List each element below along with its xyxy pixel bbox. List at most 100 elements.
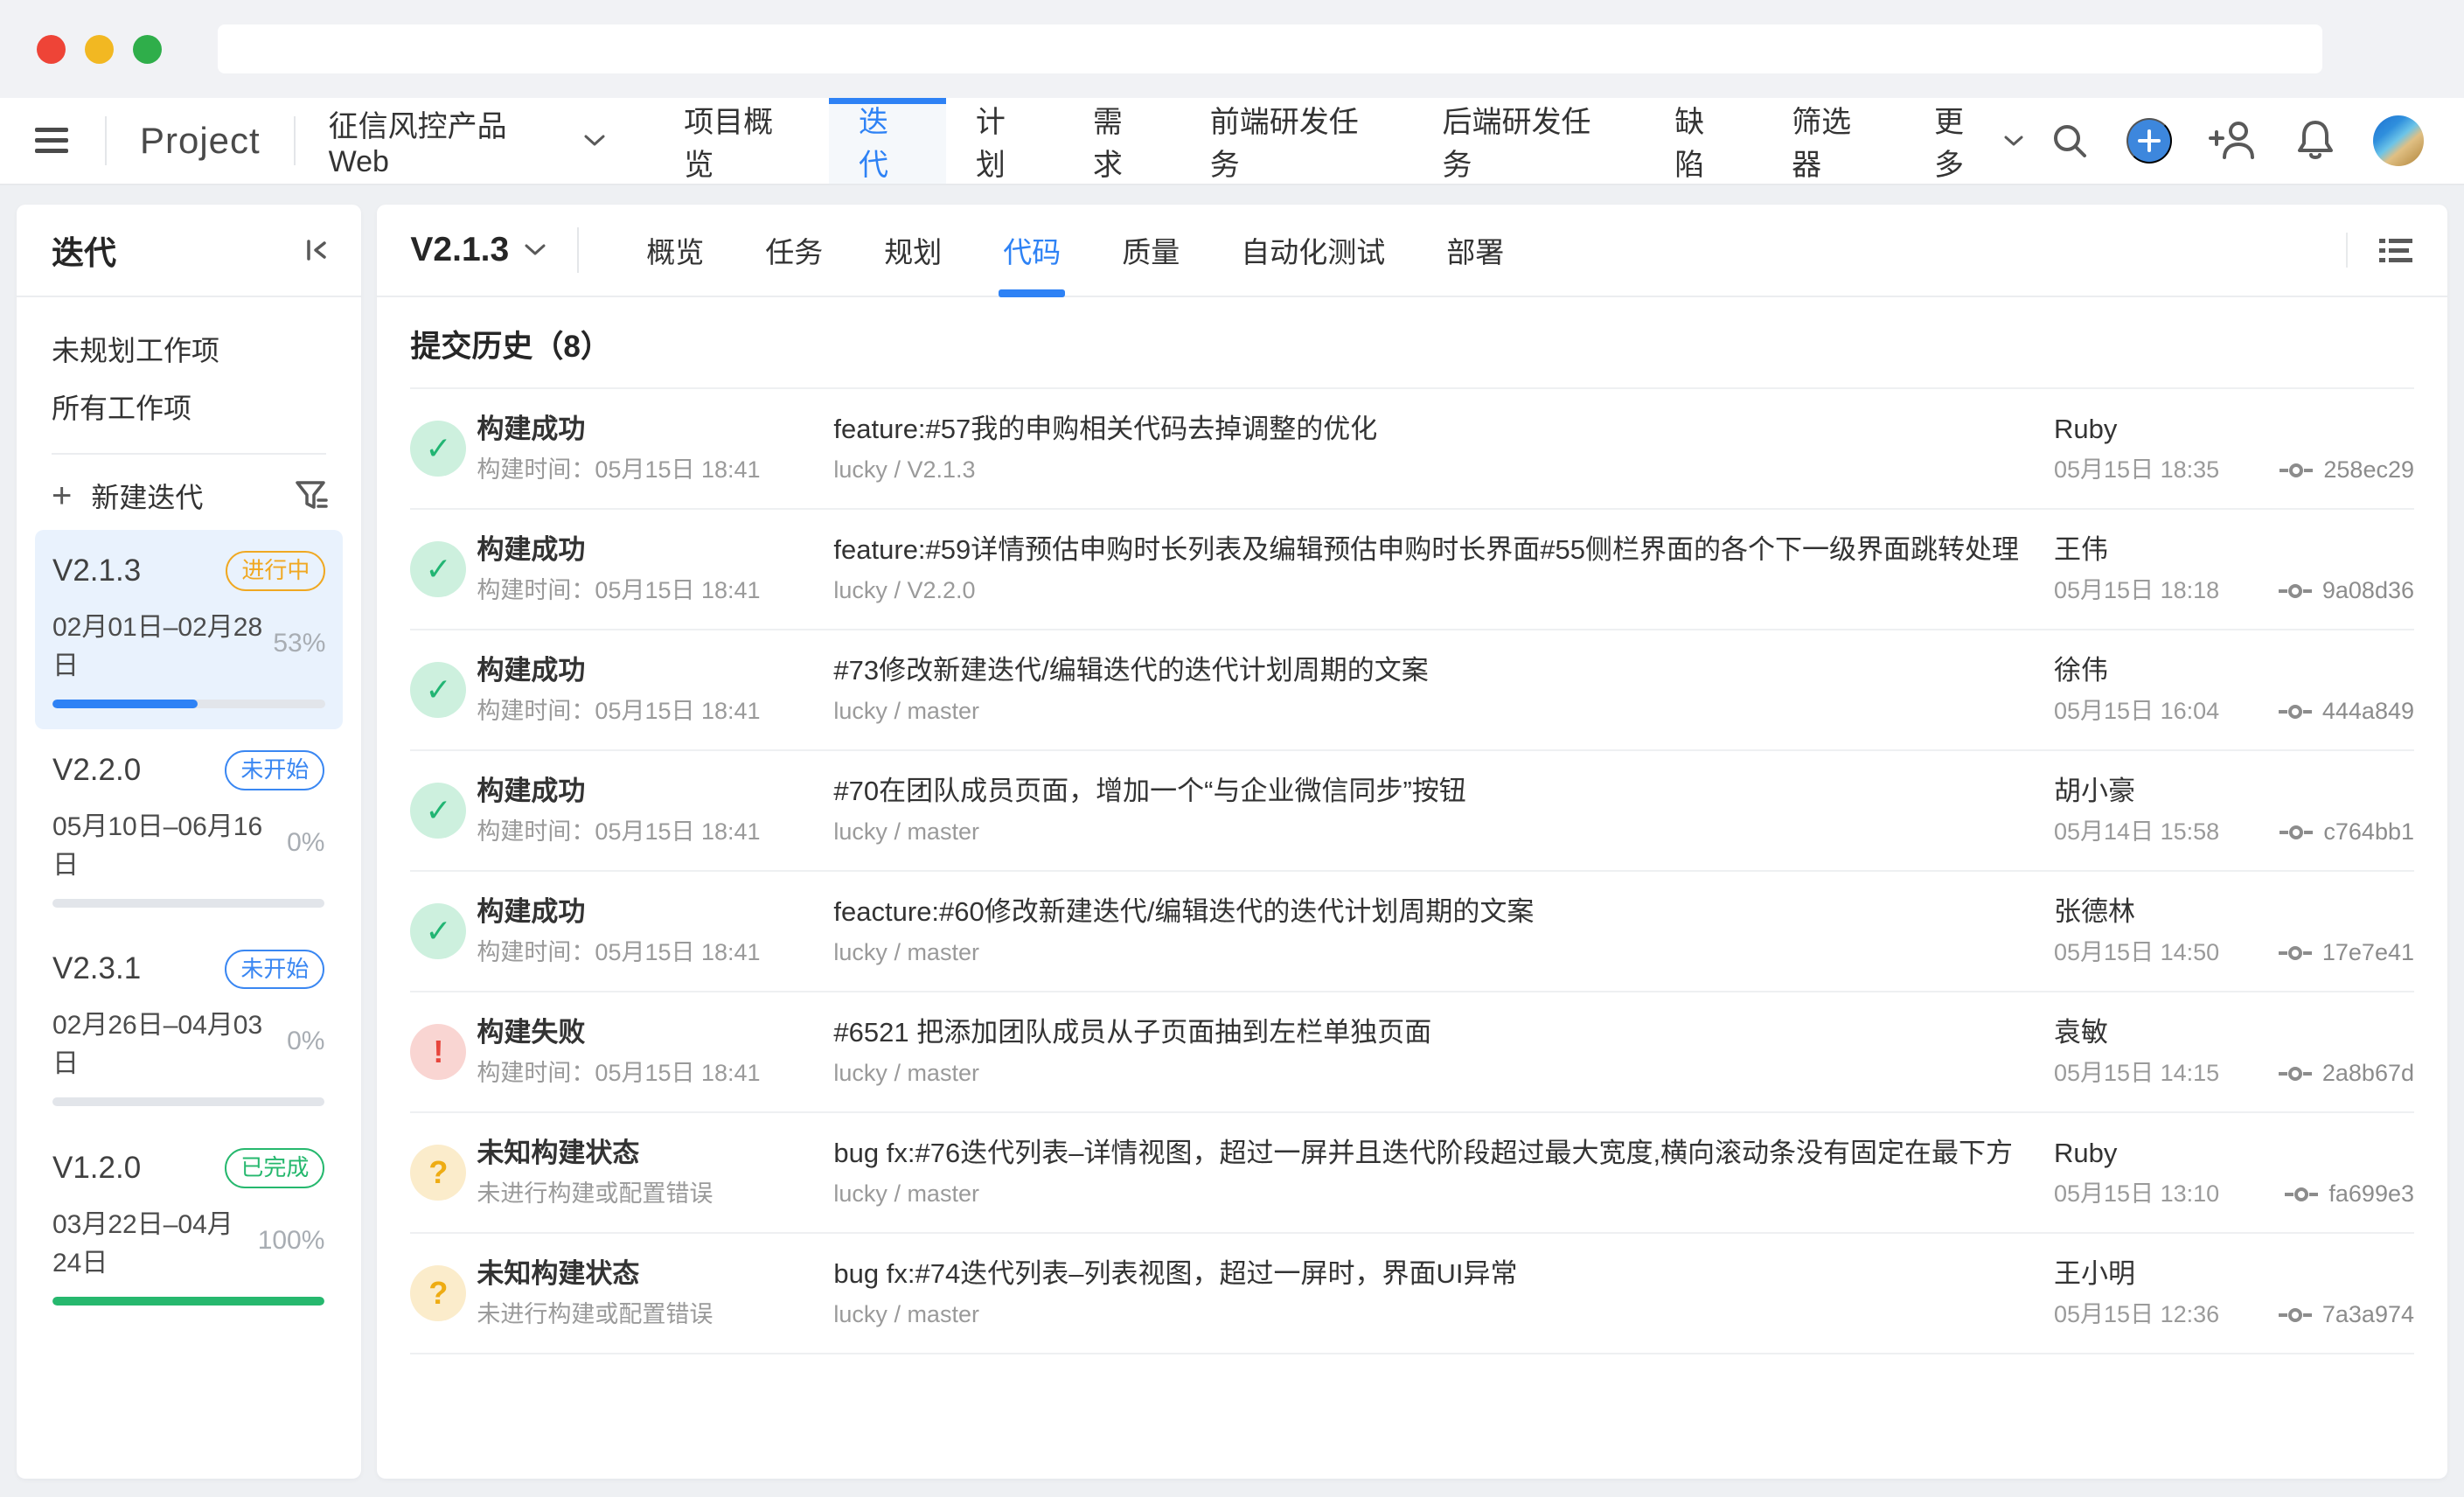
more-label: 更多 — [1934, 98, 1992, 184]
nav-tab[interactable]: 需求 — [1063, 98, 1180, 184]
commit-hash: 444a849 — [2322, 698, 2414, 725]
commit-meta-col: 袁敏 05月15日 14:15 2a8b67d — [2054, 1017, 2414, 1088]
commit-meta-col: Ruby 05月15日 18:35 258ec29 — [2054, 414, 2414, 484]
build-status-icon — [410, 1024, 466, 1080]
commit-row[interactable]: 未知构建状态 未进行构建或配置错误 bug fx:#76迭代列表–详情视图，超过… — [410, 1113, 2414, 1234]
iteration-progress-fill — [52, 1297, 324, 1306]
maximize-window-icon[interactable] — [133, 35, 162, 64]
iteration-selector[interactable]: V2.1.3 — [410, 231, 546, 269]
build-status-col: 构建成功 构建时间：05月15日 18:41 — [477, 655, 833, 726]
commit-hash-link[interactable]: fa699e3 — [2285, 1180, 2414, 1208]
commit-message-col: #70在团队成员页面，增加一个“与企业微信同步”按钮 lucky / maste… — [833, 776, 2054, 846]
commit-message[interactable]: feature:#59详情预估申购时长列表及编辑预估申购时长界面#55侧栏界面的… — [833, 534, 2019, 566]
main-tab[interactable]: 自动化测试 — [1210, 205, 1416, 296]
iteration-list: V2.1.3 进行中 02月01日–02月28日 53% — [17, 523, 361, 1326]
sidebar-links: 未规划工作项 所有工作项 — [17, 297, 361, 435]
commit-row[interactable]: 构建成功 构建时间：05月15日 18:41 #73修改新建迭代/编辑迭代的迭代… — [410, 630, 2414, 751]
nav-tab[interactable]: 缺陷 — [1645, 98, 1762, 184]
nav-tab[interactable]: 前端研发任务 — [1180, 98, 1413, 184]
iteration-dates: 02月26日–04月03日 — [52, 1003, 287, 1080]
build-status-col: 未知构建状态 未进行构建或配置错误 — [477, 1258, 833, 1329]
list-view-icon[interactable] — [2379, 236, 2414, 264]
commit-hash-link[interactable]: 258ec29 — [2280, 456, 2414, 484]
close-window-icon[interactable] — [37, 35, 66, 64]
iteration-dates: 02月01日–02月28日 — [52, 605, 273, 682]
nav-tab[interactable]: 计划 — [946, 98, 1063, 184]
commit-message[interactable]: bug fx:#76迭代列表–详情视图，超过一屏并且迭代阶段超过最大宽度,横向滚… — [833, 1138, 2019, 1169]
build-status-icon — [410, 903, 466, 959]
nav-tab[interactable]: 筛选器 — [1762, 98, 1908, 184]
create-new-button[interactable] — [2126, 118, 2172, 164]
commit-hash-link[interactable]: c764bb1 — [2280, 818, 2414, 846]
nav-tab[interactable]: 后端研发任务 — [1412, 98, 1645, 184]
iteration-item[interactable]: V2.1.3 进行中 02月01日–02月28日 53% — [35, 530, 343, 729]
commit-meta-col: 王小明 05月15日 12:36 7a3a974 — [2054, 1258, 2414, 1329]
commit-hash: 17e7e41 — [2322, 939, 2414, 966]
commit-hash-link[interactable]: 444a849 — [2279, 698, 2414, 725]
commit-message[interactable]: feacture:#60修改新建迭代/编辑迭代的迭代计划周期的文案 — [833, 896, 2019, 928]
commit-row[interactable]: 未知构建状态 未进行构建或配置错误 bug fx:#74迭代列表–列表视图，超过… — [410, 1234, 2414, 1354]
nav-tab[interactable]: 迭代 — [829, 98, 946, 184]
main-tab[interactable]: 概览 — [616, 205, 734, 296]
git-commit-icon — [2285, 1185, 2318, 1204]
main-tab[interactable]: 部署 — [1416, 205, 1535, 296]
iteration-status-badge: 进行中 — [226, 551, 325, 591]
address-bar[interactable] — [218, 24, 2322, 73]
build-status-text: 构建成功 — [477, 776, 833, 807]
commit-hash-link[interactable]: 17e7e41 — [2279, 939, 2414, 966]
sidebar-link[interactable]: 所有工作项 — [52, 378, 326, 435]
build-status-text: 构建成功 — [477, 414, 833, 445]
collapse-sidebar-icon[interactable] — [303, 237, 330, 263]
commit-row[interactable]: 构建失败 构建时间：05月15日 18:41 #6521 把添加团队成员从子页面… — [410, 992, 2414, 1113]
commit-message[interactable]: feature:#57我的申购相关代码去掉调整的优化 — [833, 414, 2019, 445]
build-time-text: 构建时间：05月15日 18:41 — [477, 1060, 833, 1087]
iteration-percent: 53% — [273, 629, 325, 658]
plus-icon[interactable]: + — [52, 478, 72, 513]
iteration-item[interactable]: V2.2.0 未开始 05月10日–06月16日 0% — [17, 729, 361, 929]
commit-message[interactable]: bug fx:#74迭代列表–列表视图，超过一屏时，界面UI异常 — [833, 1258, 2019, 1290]
commit-message[interactable]: #73修改新建迭代/编辑迭代的迭代计划周期的文案 — [833, 655, 2019, 686]
section-title: 提交历史（8） — [410, 322, 2414, 366]
git-commit-icon — [2279, 702, 2312, 721]
commit-row[interactable]: 构建成功 构建时间：05月15日 18:41 feature:#59详情预估申购… — [410, 510, 2414, 630]
iteration-version: V2.2.0 — [52, 753, 141, 788]
search-icon[interactable] — [2050, 121, 2090, 161]
commit-hash-link[interactable]: 7a3a974 — [2279, 1301, 2414, 1328]
minimize-window-icon[interactable] — [85, 35, 114, 64]
commit-row[interactable]: 构建成功 构建时间：05月15日 18:41 feacture:#60修改新建迭… — [410, 872, 2414, 992]
commit-row[interactable]: 构建成功 构建时间：05月15日 18:41 feature:#57我的申购相关… — [410, 389, 2414, 510]
user-avatar[interactable] — [2373, 115, 2424, 166]
iteration-percent: 100% — [258, 1226, 325, 1256]
project-switcher[interactable]: 征信风控产品 Web — [329, 102, 606, 179]
sidebar-header: 迭代 — [17, 205, 361, 297]
main-tab[interactable]: 规划 — [853, 205, 972, 296]
nav-tab[interactable]: 项目概览 — [654, 98, 829, 184]
build-status-icon — [410, 662, 466, 718]
main-tab[interactable]: 任务 — [734, 205, 853, 296]
commit-message[interactable]: #70在团队成员页面，增加一个“与企业微信同步”按钮 — [833, 776, 2019, 807]
iteration-status-badge: 未开始 — [225, 950, 324, 990]
filter-funnel-icon[interactable] — [295, 480, 328, 512]
hamburger-menu-icon[interactable] — [35, 126, 72, 156]
add-member-icon[interactable] — [2209, 119, 2258, 163]
commit-hash-link[interactable]: 2a8b67d — [2279, 1060, 2414, 1087]
iteration-item[interactable]: V1.2.0 已完成 03月22日–04月24日 100% — [17, 1127, 361, 1326]
app-window: Project 征信风控产品 Web 项目概览 迭代 计划 需求 — [0, 0, 2464, 1497]
commit-hash-link[interactable]: 9a08d36 — [2279, 577, 2414, 604]
build-status-text: 构建失败 — [477, 1017, 833, 1048]
main-tab[interactable]: 代码 — [972, 205, 1091, 296]
build-time-text: 构建时间：05月15日 18:41 — [477, 939, 833, 966]
iteration-main-panel: V2.1.3 概览 任务 规划 代码 — [377, 205, 2447, 1479]
main-tab[interactable]: 质量 — [1091, 205, 1210, 296]
divider — [105, 116, 107, 165]
commit-row[interactable]: 构建成功 构建时间：05月15日 18:41 #70在团队成员页面，增加一个“与… — [410, 751, 2414, 872]
iteration-item[interactable]: V2.3.1 未开始 02月26日–04月03日 0% — [17, 929, 361, 1128]
notifications-bell-icon[interactable] — [2294, 118, 2336, 164]
new-iteration-button[interactable]: 新建迭代 — [91, 476, 203, 516]
git-commit-icon — [2279, 1064, 2312, 1083]
nav-more-menu[interactable]: 更多 — [1908, 98, 2050, 184]
build-status-col: 构建成功 构建时间：05月15日 18:41 — [477, 776, 833, 846]
sidebar-link[interactable]: 未规划工作项 — [52, 320, 326, 378]
iteration-progress-track — [52, 1097, 324, 1106]
commit-message[interactable]: #6521 把添加团队成员从子页面抽到左栏单独页面 — [833, 1017, 2019, 1048]
